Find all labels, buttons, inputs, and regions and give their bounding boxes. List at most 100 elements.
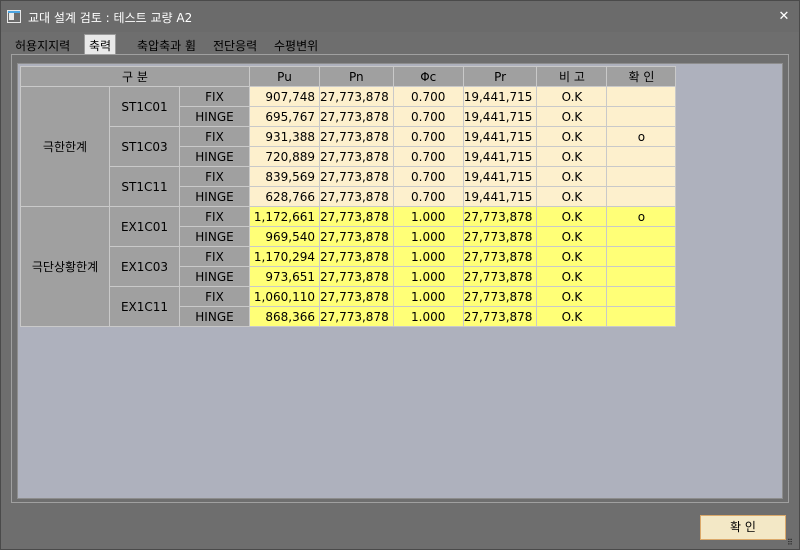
cell-pr: 27,773,878 xyxy=(462,266,538,287)
support-type-cell: HINGE xyxy=(179,106,250,127)
cell-pr: 27,773,878 xyxy=(462,286,538,307)
cell-phic: 1.000 xyxy=(392,226,464,247)
cell-check[interactable] xyxy=(606,266,677,287)
cell-remark: O.K xyxy=(536,86,608,107)
tab-axial-force[interactable]: 축력 xyxy=(84,34,117,55)
cell-remark: O.K xyxy=(536,266,608,287)
cell-pr: 19,441,715 xyxy=(462,106,538,127)
cell-remark: O.K xyxy=(536,226,608,247)
cell-pr: 19,441,715 xyxy=(462,86,538,107)
confirm-button[interactable]: 확 인 xyxy=(700,515,786,540)
table-row[interactable]: 극한한계 ST1C01 FIX 907,748 27,773,878 0.700 19,44… xyxy=(20,86,677,207)
cell-pr: 19,441,715 xyxy=(462,126,538,147)
cell-remark: O.K xyxy=(536,246,608,267)
title-bar[interactable]: 교대 설계 검토 : 테스트 교량 A2 ✕ xyxy=(1,1,799,32)
cell-phic: 0.700 xyxy=(392,126,464,147)
axial-force-grid: 구 분 Pu Pn Φc Pr 비 고 확 인 극한한계 ST1C01 FIX 907… xyxy=(17,63,783,499)
tab-axial-compression-bending[interactable]: 축압축과 휨 xyxy=(133,35,200,55)
table-row[interactable]: 극단상황한계 EX1C01 FIX 1,172,661 27,773,878 1.000 2… xyxy=(20,206,677,327)
table-header-row: 구 분 Pu Pn Φc Pr 비 고 확 인 xyxy=(20,66,677,87)
support-type-cell: HINGE xyxy=(179,186,250,207)
cell-check[interactable] xyxy=(606,86,677,107)
load-combination-cell: ST1C03 xyxy=(109,126,180,167)
header-pn: Pn xyxy=(319,66,394,87)
cell-remark: O.K xyxy=(536,126,608,147)
table-row[interactable]: ST1C03 FIX 931,388 27,773,878 0.700 19,441,71… xyxy=(21,126,677,167)
header-category: 구 분 xyxy=(20,66,250,87)
support-type-cell: FIX xyxy=(179,166,250,187)
header-pu: Pu xyxy=(249,66,320,87)
support-type-cell: FIX xyxy=(179,86,250,107)
support-type-cell: HINGE xyxy=(179,306,250,327)
cell-pu: 907,748 xyxy=(249,86,320,107)
cell-check[interactable] xyxy=(606,286,677,307)
table-row[interactable]: ST1C11 FIX 839,569 27,773,878 0.700 19,441,71… xyxy=(21,166,677,207)
cell-pn: 27,773,878 xyxy=(319,106,394,127)
cell-phic: 0.700 xyxy=(392,146,464,167)
cell-pr: 27,773,878 xyxy=(462,226,538,247)
cell-pu: 969,540 xyxy=(249,226,320,247)
support-type-cell: FIX xyxy=(179,246,250,267)
cell-remark: O.K xyxy=(536,286,608,307)
cell-check[interactable] xyxy=(606,106,677,127)
header-check: 확 인 xyxy=(606,66,677,87)
cell-pn: 27,773,878 xyxy=(319,266,394,287)
cell-check[interactable]: o xyxy=(606,206,677,227)
cell-phic: 0.700 xyxy=(392,166,464,187)
load-combination-cell: EX1C01 xyxy=(109,206,180,247)
tab-panel: 구 분 Pu Pn Φc Pr 비 고 확 인 극한한계 ST1C01 FIX 907… xyxy=(11,54,789,503)
tab-shear-stress[interactable]: 전단응력 xyxy=(209,35,261,55)
cell-pu: 839,569 xyxy=(249,166,320,187)
cell-phic: 1.000 xyxy=(392,246,464,267)
cell-pu: 1,060,110 xyxy=(249,286,320,307)
limit-state-group-cell: 극단상황한계 xyxy=(20,206,110,327)
cell-pu: 868,366 xyxy=(249,306,320,327)
cell-phic: 1.000 xyxy=(392,206,464,227)
resize-grip-icon[interactable]: ⠿ xyxy=(787,538,797,548)
cell-pu: 695,767 xyxy=(249,106,320,127)
cell-check[interactable] xyxy=(606,186,677,207)
tab-horizontal-displacement[interactable]: 수평변위 xyxy=(270,35,322,55)
cell-phic: 1.000 xyxy=(392,286,464,307)
cell-pu: 720,889 xyxy=(249,146,320,167)
cell-remark: O.K xyxy=(536,106,608,127)
header-pr: Pr xyxy=(462,66,538,87)
cell-pu: 1,170,294 xyxy=(249,246,320,267)
cell-pn: 27,773,878 xyxy=(319,286,394,307)
cell-pn: 27,773,878 xyxy=(319,166,394,187)
app-window-icon xyxy=(7,10,21,23)
cell-phic: 0.700 xyxy=(392,106,464,127)
cell-pn: 27,773,878 xyxy=(319,86,394,107)
close-button[interactable]: ✕ xyxy=(773,6,795,28)
cell-pu: 973,651 xyxy=(249,266,320,287)
cell-pr: 27,773,878 xyxy=(462,206,538,227)
load-combination-cell: EX1C11 xyxy=(109,286,180,327)
cell-pu: 628,766 xyxy=(249,186,320,207)
header-remark: 비 고 xyxy=(536,66,608,87)
header-phic: Φc xyxy=(392,66,464,87)
cell-check[interactable] xyxy=(606,306,677,327)
limit-state-group-cell: 극한한계 xyxy=(20,86,110,207)
cell-pn: 27,773,878 xyxy=(319,226,394,247)
cell-remark: O.K xyxy=(536,206,608,227)
load-combination-cell: EX1C03 xyxy=(109,246,180,287)
cell-pn: 27,773,878 xyxy=(319,246,394,267)
table-row[interactable]: EX1C11 FIX 1,060,110 27,773,878 1.000 27,773,… xyxy=(21,286,677,327)
cell-check[interactable]: o xyxy=(606,126,677,147)
support-type-cell: HINGE xyxy=(179,266,250,287)
cell-remark: O.K xyxy=(536,306,608,327)
cell-pu: 931,388 xyxy=(249,126,320,147)
cell-check[interactable] xyxy=(606,146,677,167)
support-type-cell: FIX xyxy=(179,286,250,307)
cell-pn: 27,773,878 xyxy=(319,146,394,167)
window-title: 교대 설계 검토 : 테스트 교량 A2 xyxy=(28,11,193,25)
support-type-cell: HINGE xyxy=(179,226,250,247)
cell-pn: 27,773,878 xyxy=(319,206,394,227)
cell-check[interactable] xyxy=(606,246,677,267)
cell-check[interactable] xyxy=(606,226,677,247)
tab-allowable-bearing[interactable]: 허용지지력 xyxy=(11,35,74,55)
table-row[interactable]: EX1C03 FIX 1,170,294 27,773,878 1.000 27,773,… xyxy=(21,246,677,287)
cell-check[interactable] xyxy=(606,166,677,187)
load-combination-cell: ST1C01 xyxy=(109,86,180,127)
cell-phic: 0.700 xyxy=(392,186,464,207)
